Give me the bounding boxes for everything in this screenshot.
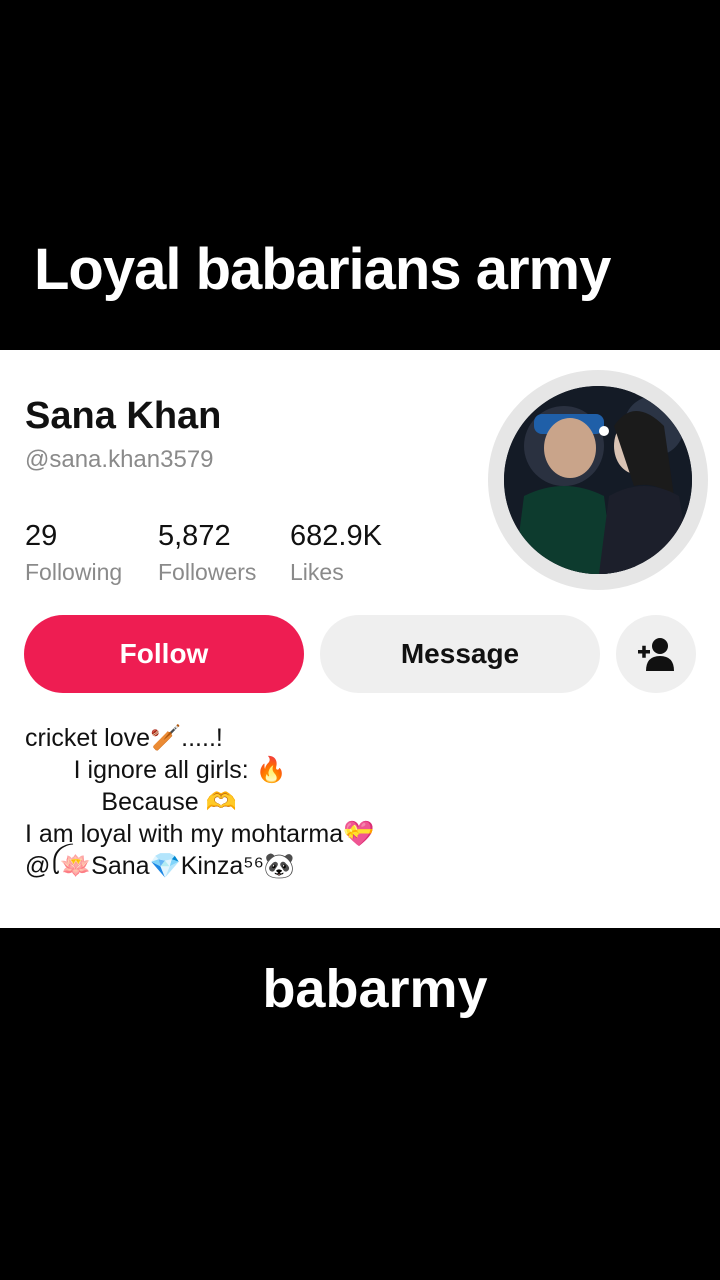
message-button[interactable]: Message [320, 615, 600, 693]
stat-following-label: Following [25, 559, 123, 585]
bio-line: cricket love🏏.....! [25, 724, 223, 752]
top-caption-overlay: Loyal babarians army [0, 0, 720, 350]
profile-card: Sana Khan @sana.khan3579 29 Following 5,… [0, 350, 720, 928]
bio-line: Because 🫶 [25, 788, 237, 816]
bottom-caption-text: babarmy [262, 959, 488, 1019]
top-caption-text: Loyal babarians army [34, 237, 611, 302]
profile-name: Sana Khan [25, 395, 222, 437]
add-person-icon [638, 638, 674, 671]
stat-following-value: 29 [25, 520, 58, 552]
stat-following[interactable]: 29 Following [25, 520, 122, 586]
bio-line: I ignore all girls: 🔥 [25, 756, 287, 784]
bio-line: I am loyal with my mohtarma💝 [25, 820, 375, 848]
profile-bio: cricket love🏏.....! I ignore all girls: … [25, 722, 374, 882]
add-friend-button[interactable] [616, 615, 696, 693]
profile-handle: @sana.khan3579 [25, 446, 214, 473]
avatar-ring[interactable] [488, 370, 708, 590]
stat-followers[interactable]: 5,872 Followers [158, 520, 256, 586]
stat-likes-value: 682.9K [290, 520, 382, 552]
stat-followers-value: 5,872 [158, 520, 231, 552]
bio-line: @ꪶ🪷Sana💎Kinza⁵⁶🐼 [25, 852, 296, 880]
stat-likes-label: Likes [290, 559, 344, 585]
stat-likes[interactable]: 682.9K Likes [290, 520, 382, 586]
bottom-caption-overlay: babarmy [0, 928, 720, 1280]
avatar-photo [504, 386, 692, 574]
stat-followers-label: Followers [158, 559, 257, 585]
follow-button[interactable]: Follow [24, 615, 304, 693]
avatar[interactable] [504, 386, 692, 574]
